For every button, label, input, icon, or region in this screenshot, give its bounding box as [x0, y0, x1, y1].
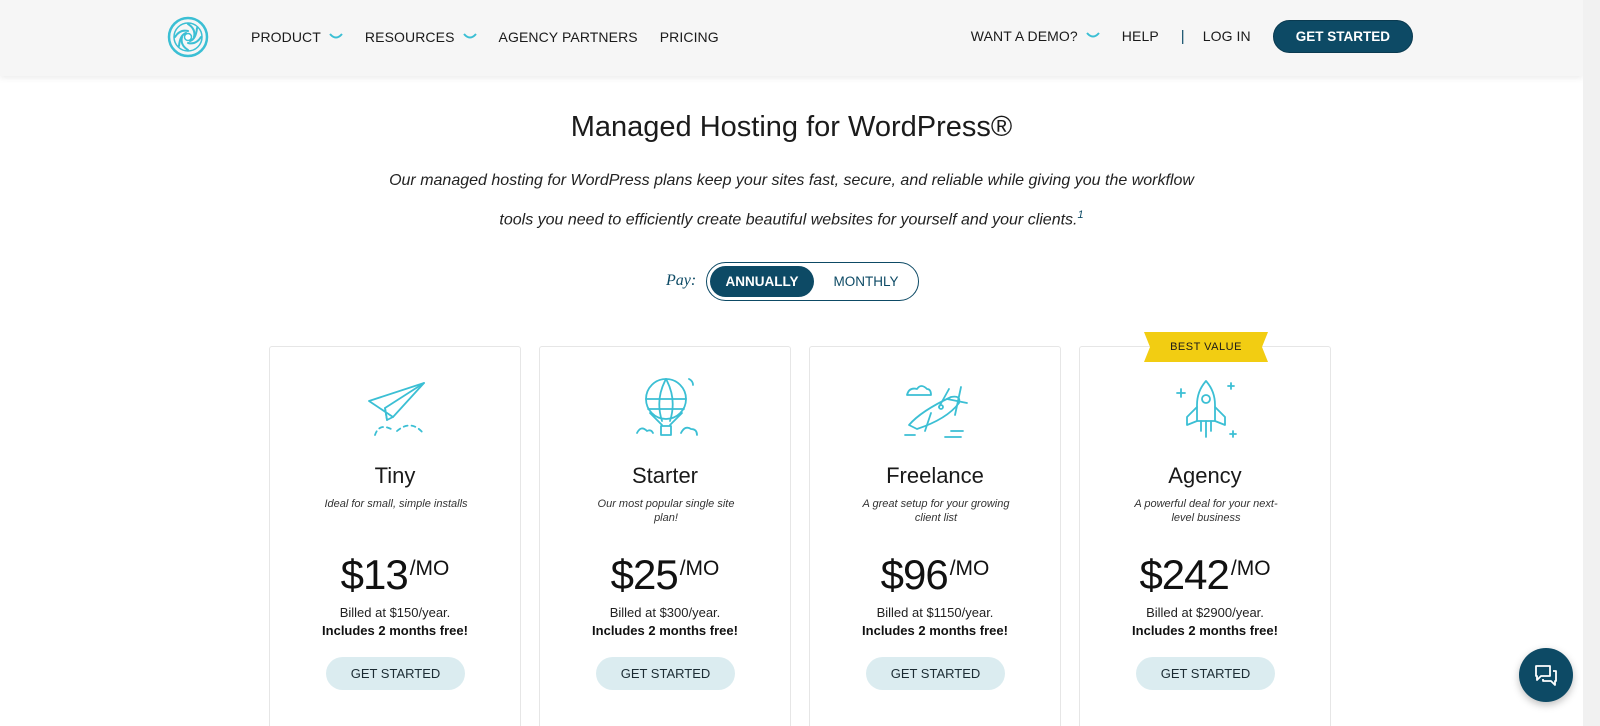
pay-label: Pay:: [666, 272, 697, 289]
plan-price-unit: /MO: [679, 557, 720, 580]
plan-price-unit: /MO: [949, 557, 990, 580]
want-a-demo-label: WANT A DEMO?: [970, 28, 1078, 44]
plan-name: Tiny: [374, 463, 416, 488]
chat-launcher-button[interactable]: [1519, 648, 1573, 702]
nav-product-label: PRODUCT: [251, 29, 321, 45]
header-get-started-label: GET STARTED: [1295, 28, 1390, 44]
propeller-plane-icon: [904, 385, 968, 438]
nav-pricing-label: PRICING: [659, 29, 719, 45]
plan-free-months: Includes 2 months free!: [1132, 623, 1278, 638]
plan-price-amount: $242: [1139, 551, 1229, 598]
plan-card-agency: Agency A powerful deal for your next-lev…: [1079, 346, 1331, 726]
plan-free-months: Includes 2 months free!: [322, 623, 468, 638]
plan-price-amount: $25: [610, 551, 679, 598]
plan-price: $25 /MO: [540, 551, 790, 599]
plan-billed: Billed at $1150/year.: [876, 605, 994, 620]
nav-agency-partners[interactable]: AGENCY PARTNERS: [499, 29, 638, 45]
plan-price: $96 /MO: [810, 551, 1060, 599]
help-label: HELP: [1121, 28, 1159, 44]
plan-card-freelance: Freelance A great setup for your growing…: [809, 346, 1061, 726]
logo-icon[interactable]: [166, 15, 210, 59]
plan-card-tiny: Tiny Ideal for small, simple installs $1…: [269, 346, 521, 726]
login-link[interactable]: LOG IN: [1203, 28, 1251, 44]
plan-get-started-button[interactable]: GET STARTED: [866, 657, 1005, 690]
plan-free-months: Includes 2 months free!: [592, 623, 738, 638]
plan-card-starter: Starter Our most popular single site pla…: [539, 346, 791, 726]
help-link[interactable]: HELP: [1122, 28, 1159, 44]
plan-price-unit: /MO: [409, 557, 450, 580]
plan-price: $13 /MO: [270, 551, 520, 599]
plan-price-amount: $96: [880, 551, 949, 598]
chat-icon: [1535, 665, 1557, 686]
header-actions: WANT A DEMO? HELP | LOG IN GET STARTED: [971, 19, 1413, 53]
header-get-started-button[interactable]: GET STARTED: [1272, 19, 1413, 53]
plan-get-started-button[interactable]: GET STARTED: [1136, 657, 1275, 690]
plan-billed: Billed at $2900/year.: [1146, 605, 1264, 620]
page-title: Managed Hosting for WordPress®: [570, 111, 1013, 143]
plan-description: Ideal for small, simple installs: [324, 498, 468, 510]
hot-air-balloon-icon: [636, 378, 698, 436]
nav-product[interactable]: PRODUCT: [251, 29, 343, 45]
site-header: PRODUCT RESOURCES AGENCY PARTNERS PRICIN…: [0, 0, 1583, 76]
plan-name: Starter: [631, 463, 699, 488]
plan-billed: Billed at $150/year.: [339, 605, 451, 620]
plan-price-unit: /MO: [1230, 557, 1271, 580]
chevron-down-icon: [1086, 32, 1100, 38]
billing-toggle[interactable]: ANNUALLY MONTHLY: [706, 262, 919, 301]
nav-resources-label: RESOURCES: [364, 29, 455, 45]
chevron-down-icon: [329, 33, 343, 39]
nav-separator: |: [1180, 27, 1185, 45]
plan-billed: Billed at $300/year.: [609, 605, 721, 620]
page-subtitle: Our managed hosting for WordPress plans …: [380, 164, 1203, 237]
page-scrollbar[interactable]: [1583, 0, 1600, 726]
plan-get-started-button[interactable]: GET STARTED: [596, 657, 735, 690]
nav-resources[interactable]: RESOURCES: [365, 29, 477, 45]
plan-description: A great setup for your growing client li…: [862, 498, 1010, 524]
plan-name: Freelance: [886, 463, 984, 488]
main-nav: PRODUCT RESOURCES AGENCY PARTNERS PRICIN…: [251, 29, 741, 45]
toggle-annually[interactable]: ANNUALLY: [710, 266, 814, 297]
plan-name: Agency: [1168, 463, 1242, 488]
chevron-down-icon: [462, 33, 477, 39]
footnote-marker[interactable]: 1: [1077, 209, 1083, 221]
page-subtitle-text: Our managed hosting for WordPress plans …: [389, 172, 1194, 229]
nav-pricing[interactable]: PRICING: [660, 29, 719, 45]
login-label: LOG IN: [1202, 28, 1251, 44]
plan-description: A powerful deal for your next-level busi…: [1134, 498, 1278, 524]
plan-price-amount: $13: [340, 551, 409, 598]
nav-agency-partners-label: AGENCY PARTNERS: [498, 29, 638, 45]
plan-price: $242 /MO: [1080, 551, 1330, 599]
want-a-demo-menu[interactable]: WANT A DEMO?: [971, 28, 1100, 44]
plan-free-months: Includes 2 months free!: [862, 623, 1008, 638]
plan-get-started-button[interactable]: GET STARTED: [326, 657, 465, 690]
best-value-badge: BEST VALUE: [1170, 341, 1242, 353]
rocket-icon: [1176, 380, 1237, 438]
paper-plane-icon: [368, 382, 425, 436]
plan-description: Our most popular single site plan!: [597, 498, 735, 524]
toggle-monthly[interactable]: MONTHLY: [818, 266, 914, 297]
